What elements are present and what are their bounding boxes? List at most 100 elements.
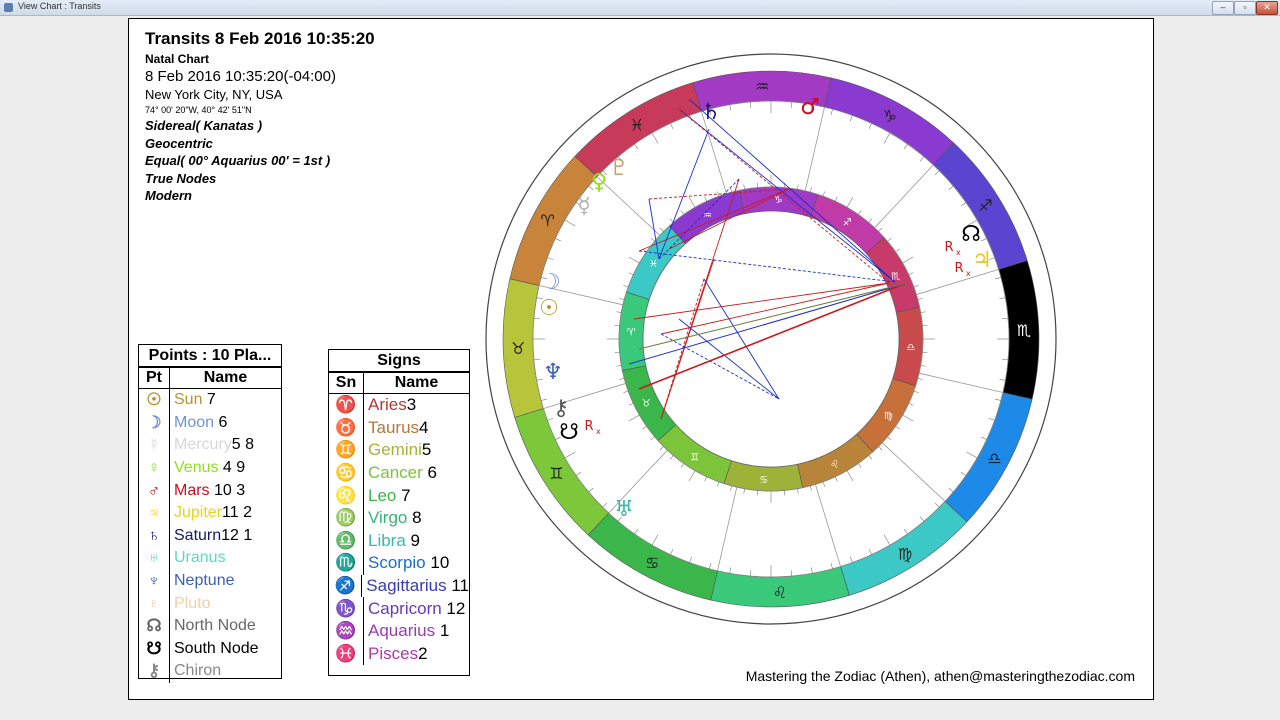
points-glyph-cell: ☿ [139, 434, 170, 457]
degree-tick [810, 567, 813, 574]
planet-glyph-icon[interactable]: ☉ [539, 296, 559, 321]
planet-glyph-icon[interactable]: ♀ [591, 170, 607, 195]
points-row[interactable]: ☽ Moon 6 [139, 411, 281, 435]
points-row[interactable]: ♇ Pluto [139, 592, 281, 615]
degree-tick [919, 156, 925, 162]
points-row[interactable]: ♄ Saturn12 1 [139, 524, 281, 548]
points-name-cell: Venus 4 9 [170, 459, 245, 477]
signs-row[interactable]: ♈ Aries3 [329, 394, 469, 417]
signs-glyph-cell: ♋ [329, 461, 364, 485]
signs-row[interactable]: ♋ Cancer 6 [329, 461, 469, 485]
signs-row[interactable]: ♎ Libra 9 [329, 529, 469, 553]
close-button[interactable]: ✕ [1256, 1, 1278, 15]
points-glyph-icon: ♄ [147, 525, 161, 545]
chart-location: New York City, NY, USA [145, 87, 283, 102]
chart-nodes: True Nodes [145, 170, 217, 186]
points-glyph-cell: ♆ [139, 569, 170, 593]
degree-tick [857, 210, 862, 215]
planet-glyph-icon[interactable]: ☿ [577, 194, 591, 219]
maximize-button[interactable]: ▫ [1234, 1, 1256, 15]
points-glyph-cell: ☋ [139, 637, 170, 661]
planet-glyph-icon[interactable]: ♆ [543, 360, 563, 385]
points-name-cell: South Node [170, 640, 259, 658]
points-name-cell: North Node [170, 617, 256, 635]
planet-glyph-icon[interactable]: ♇ [609, 156, 629, 181]
points-row[interactable]: ♅ Uranus [139, 547, 281, 570]
degree-tick [948, 487, 954, 493]
retrograde-marker: R [584, 419, 593, 434]
footer-credit: Mastering the Zodiac (Athen), athen@mast… [745, 668, 1135, 684]
points-name: Jupiter [174, 504, 223, 522]
degree-tick [988, 418, 995, 421]
points-row[interactable]: ☋ South Node [139, 637, 281, 661]
degree-tick [1002, 358, 1009, 361]
chart-zodiac: Sidereal( Kanatas ) [145, 118, 263, 133]
points-row[interactable]: ♆ Neptune [139, 569, 281, 593]
points-name: Pluto [174, 594, 211, 612]
degree-tick [868, 123, 872, 129]
signs-glyph-cell: ♑ [329, 597, 364, 620]
planet-glyph-icon[interactable]: ♃ [972, 248, 992, 273]
points-row[interactable]: ♂ Mars 10 3 [139, 479, 281, 502]
planet-glyph-icon[interactable]: ♅ [614, 497, 634, 522]
points-name-cell: Neptune [170, 572, 235, 590]
inner-sign-glyph: ♎ [906, 342, 915, 353]
signs-table[interactable]: Signs Sn Name ♈ Aries3 ♉ Taurus4 ♊ Gemini5 ♋ Ca… [328, 349, 470, 676]
points-name-cell: Moon 6 [170, 414, 227, 432]
window-title: View Chart : Transits [18, 1, 101, 11]
points-row[interactable]: ☊ North Node [139, 614, 281, 638]
degree-tick [948, 185, 954, 191]
inner-sign-glyph: ♏ [891, 271, 900, 282]
signs-row[interactable]: ♏ Scorpio 10 [329, 552, 469, 575]
minimize-button[interactable]: – [1212, 1, 1234, 15]
degree-tick [878, 227, 883, 232]
signs-header: Sn Name [329, 373, 469, 394]
degree-tick [887, 436, 892, 441]
planet-glyph-icon[interactable]: ☋ [559, 420, 579, 445]
points-name: Moon [174, 413, 215, 431]
points-table[interactable]: Points : 10 Pla... Pt Name ☉ Sun 7 ☽ Moon 6… [138, 344, 282, 683]
signs-caption: Signs [329, 350, 469, 373]
planet-glyph-icon[interactable]: ☽ [541, 270, 561, 295]
signs-name: Leo [368, 485, 397, 505]
signs-name-cell: Pisces2 [364, 644, 428, 664]
degree-tick [730, 485, 732, 491]
planet-glyph-icon[interactable]: ♄ [701, 100, 721, 125]
points-glyph-icon: ⚷ [147, 661, 161, 681]
signs-row[interactable]: ♍ Virgo 8 [329, 506, 469, 530]
degree-tick [887, 237, 892, 242]
points-glyph-cell: ⚷ [139, 660, 170, 683]
points-row[interactable]: ♃ Jupiter11 2 [139, 501, 281, 525]
points-row[interactable]: ☿ Mercury5 8 [139, 434, 281, 457]
degree-tick [834, 476, 838, 482]
window-titlebar[interactable]: View Chart : Transits – ▫ ✕ [0, 0, 1280, 16]
inner-sign-glyph: ♒ [703, 210, 712, 221]
planet-glyph-icon[interactable]: ⚷ [553, 396, 569, 421]
signs-name-cell: Virgo 8 [364, 508, 422, 528]
signs-row[interactable]: ♊ Gemini5 [329, 439, 469, 462]
points-glyph-icon: ♆ [147, 571, 161, 591]
signs-glyph-cell: ♌ [329, 484, 364, 507]
signs-row[interactable]: ♑ Capricorn 12 [329, 597, 469, 620]
points-row[interactable]: ☉ Sun 7 [139, 389, 281, 412]
planet-glyph-icon[interactable]: ☊ [961, 222, 981, 247]
inner-sign-glyph: ♊ [690, 452, 699, 463]
inner-sign-glyph: ♉ [642, 399, 651, 410]
degree-tick [749, 570, 752, 577]
retrograde-marker: R [954, 261, 963, 276]
signs-row[interactable]: ♌ Leo 7 [329, 484, 469, 507]
planet-glyph-icon[interactable]: ♂ [800, 95, 820, 120]
signs-glyph-cell: ♊ [329, 439, 364, 462]
chart-wheel[interactable]: ♒♑♐♏♎♍♌♋♊♉♈♓ ♄ ♂♇♀☿☊♃☽☉♆⚷☋♅R xR xR x♒♑♐♏♎♍♌♋♊… [479, 19, 1059, 659]
signs-row[interactable]: ♐ Sagittarius 11 [329, 574, 469, 598]
points-row[interactable]: ⚷ Chiron [139, 660, 281, 683]
signs-row[interactable]: ♒ Aquarius 1 [329, 619, 469, 643]
signs-glyph-cell: ♐ [329, 574, 363, 598]
signs-row[interactable]: ♓ Pisces2 [329, 642, 469, 666]
signs-row[interactable]: ♉ Taurus4 [329, 416, 469, 440]
points-col-pt: Pt [139, 368, 170, 388]
points-row[interactable]: ♀ Venus 4 9 [139, 456, 281, 480]
points-glyph-cell: ♃ [139, 501, 170, 525]
degree-tick [704, 196, 708, 202]
signs-name-cell: Cancer 6 [364, 463, 437, 483]
